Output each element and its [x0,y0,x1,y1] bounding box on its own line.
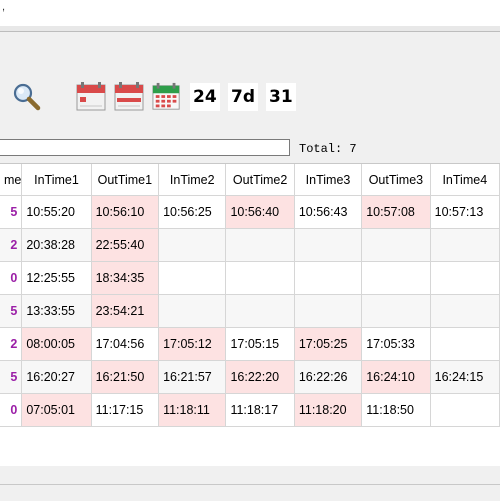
row-id-cell[interactable]: 5 [0,195,23,229]
filter-row: Total: 7 [0,139,500,159]
time-cell[interactable] [430,393,500,427]
search-icon [13,83,41,111]
last-24-button[interactable]: 24 [190,83,220,111]
time-cell[interactable]: 10:55:20 [21,195,92,229]
time-cell[interactable] [158,228,227,262]
time-cell[interactable]: 16:21:50 [91,360,160,394]
table-row[interactable]: 2 20:38:28 22:55:40 [0,228,500,262]
time-cell[interactable] [430,228,500,262]
time-cell[interactable]: 11:17:15 [91,393,160,427]
toolbar [0,32,500,132]
time-cell[interactable]: 20:38:28 [21,228,92,262]
data-grid[interactable]: me InTime1 OutTime1 InTime2 OutTime2 InTime3 O… [0,163,500,467]
calendar-grid-button[interactable] [152,82,182,112]
time-cell[interactable]: 11:18:50 [361,393,431,427]
time-cell[interactable]: 10:56:10 [91,195,160,229]
time-cell[interactable]: 12:25:55 [21,261,92,295]
row-id-cell[interactable]: 2 [0,327,23,361]
row-id-cell[interactable]: 5 [0,294,23,328]
attendance-table: me InTime1 OutTime1 InTime2 OutTime2 InTime3 O… [0,164,500,427]
table-row[interactable]: 2 08:00:05 17:04:56 17:05:12 17:05:15 17:05:2… [0,327,500,361]
table-row[interactable]: 5 16:20:27 16:21:50 16:21:57 16:22:20 16:22:2… [0,360,500,394]
time-cell[interactable]: 07:05:01 [21,393,92,427]
time-cell[interactable]: 16:22:20 [225,360,295,394]
time-cell[interactable]: 10:56:40 [225,195,295,229]
time-cell[interactable] [430,294,500,328]
bottom-panel [0,466,500,484]
time-cell[interactable]: 23:54:21 [91,294,160,328]
header-row: me InTime1 OutTime1 InTime2 OutTime2 InTime3 O… [0,164,500,196]
column-header-intime3[interactable]: InTime3 [294,164,363,196]
last-7d-button[interactable]: 7d [228,83,258,111]
total-count: Total: 7 [299,142,357,156]
row-id-cell[interactable]: 2 [0,228,23,262]
time-cell[interactable] [158,261,227,295]
calendar-month-button[interactable] [76,82,106,112]
time-cell[interactable] [361,228,431,262]
last-31-button[interactable]: 31 [266,83,296,111]
calendar-day-button[interactable] [114,82,144,112]
time-cell[interactable]: 10:57:13 [430,195,500,229]
column-header-outtime1[interactable]: OutTime1 [91,164,160,196]
column-header-outtime2[interactable]: OutTime2 [225,164,295,196]
column-header-intime4[interactable]: InTime4 [430,164,500,196]
time-cell[interactable]: 10:57:08 [361,195,431,229]
title-bar: , [0,0,500,27]
time-cell[interactable] [430,261,500,295]
time-cell[interactable] [361,294,431,328]
calendar-day-icon [114,82,144,111]
time-cell[interactable]: 10:56:25 [158,195,227,229]
menu-fragment: , [2,1,6,13]
column-header-intime2[interactable]: InTime2 [158,164,227,196]
column-header-name[interactable]: me [0,164,23,196]
time-cell[interactable] [294,228,363,262]
time-cell[interactable] [294,261,363,295]
table-row[interactable]: 5 13:33:55 23:54:21 [0,294,500,328]
calendar-grid-icon [152,82,180,110]
time-cell[interactable]: 16:24:10 [361,360,431,394]
time-cell[interactable]: 10:56:43 [294,195,363,229]
row-id-cell[interactable]: 0 [0,261,23,295]
time-cell[interactable]: 16:21:57 [158,360,227,394]
time-cell[interactable]: 17:05:33 [361,327,431,361]
time-cell[interactable]: 17:04:56 [91,327,160,361]
time-cell[interactable]: 11:18:17 [225,393,295,427]
time-cell[interactable]: 17:05:15 [225,327,295,361]
column-header-outtime3[interactable]: OutTime3 [361,164,431,196]
column-header-intime1[interactable]: InTime1 [21,164,92,196]
time-cell[interactable]: 16:24:15 [430,360,500,394]
time-cell[interactable]: 11:18:20 [294,393,363,427]
table-row[interactable]: 5 10:55:20 10:56:10 10:56:25 10:56:40 10:56:4… [0,195,500,229]
table-row[interactable]: 0 12:25:55 18:34:35 [0,261,500,295]
time-cell[interactable]: 22:55:40 [91,228,160,262]
time-cell[interactable] [361,261,431,295]
search-button[interactable] [10,80,42,112]
status-bar [0,484,500,501]
time-cell[interactable]: 18:34:35 [91,261,160,295]
filter-input[interactable] [0,139,290,156]
row-id-cell[interactable]: 5 [0,360,23,394]
time-cell[interactable]: 17:05:12 [158,327,227,361]
time-cell[interactable]: 11:18:11 [158,393,227,427]
table-row[interactable]: 0 07:05:01 11:17:15 11:18:11 11:18:17 11:18:2… [0,393,500,427]
time-cell[interactable]: 08:00:05 [21,327,92,361]
time-cell[interactable] [294,294,363,328]
row-id-cell[interactable]: 0 [0,393,23,427]
time-cell[interactable]: 16:20:27 [21,360,92,394]
time-cell[interactable] [225,261,295,295]
time-cell[interactable] [430,327,500,361]
time-cell[interactable]: 13:33:55 [21,294,92,328]
time-cell[interactable]: 17:05:25 [294,327,363,361]
calendar-month-icon [76,82,106,111]
time-cell[interactable] [158,294,227,328]
time-cell[interactable] [225,228,295,262]
time-cell[interactable]: 16:22:26 [294,360,363,394]
time-cell[interactable] [225,294,295,328]
